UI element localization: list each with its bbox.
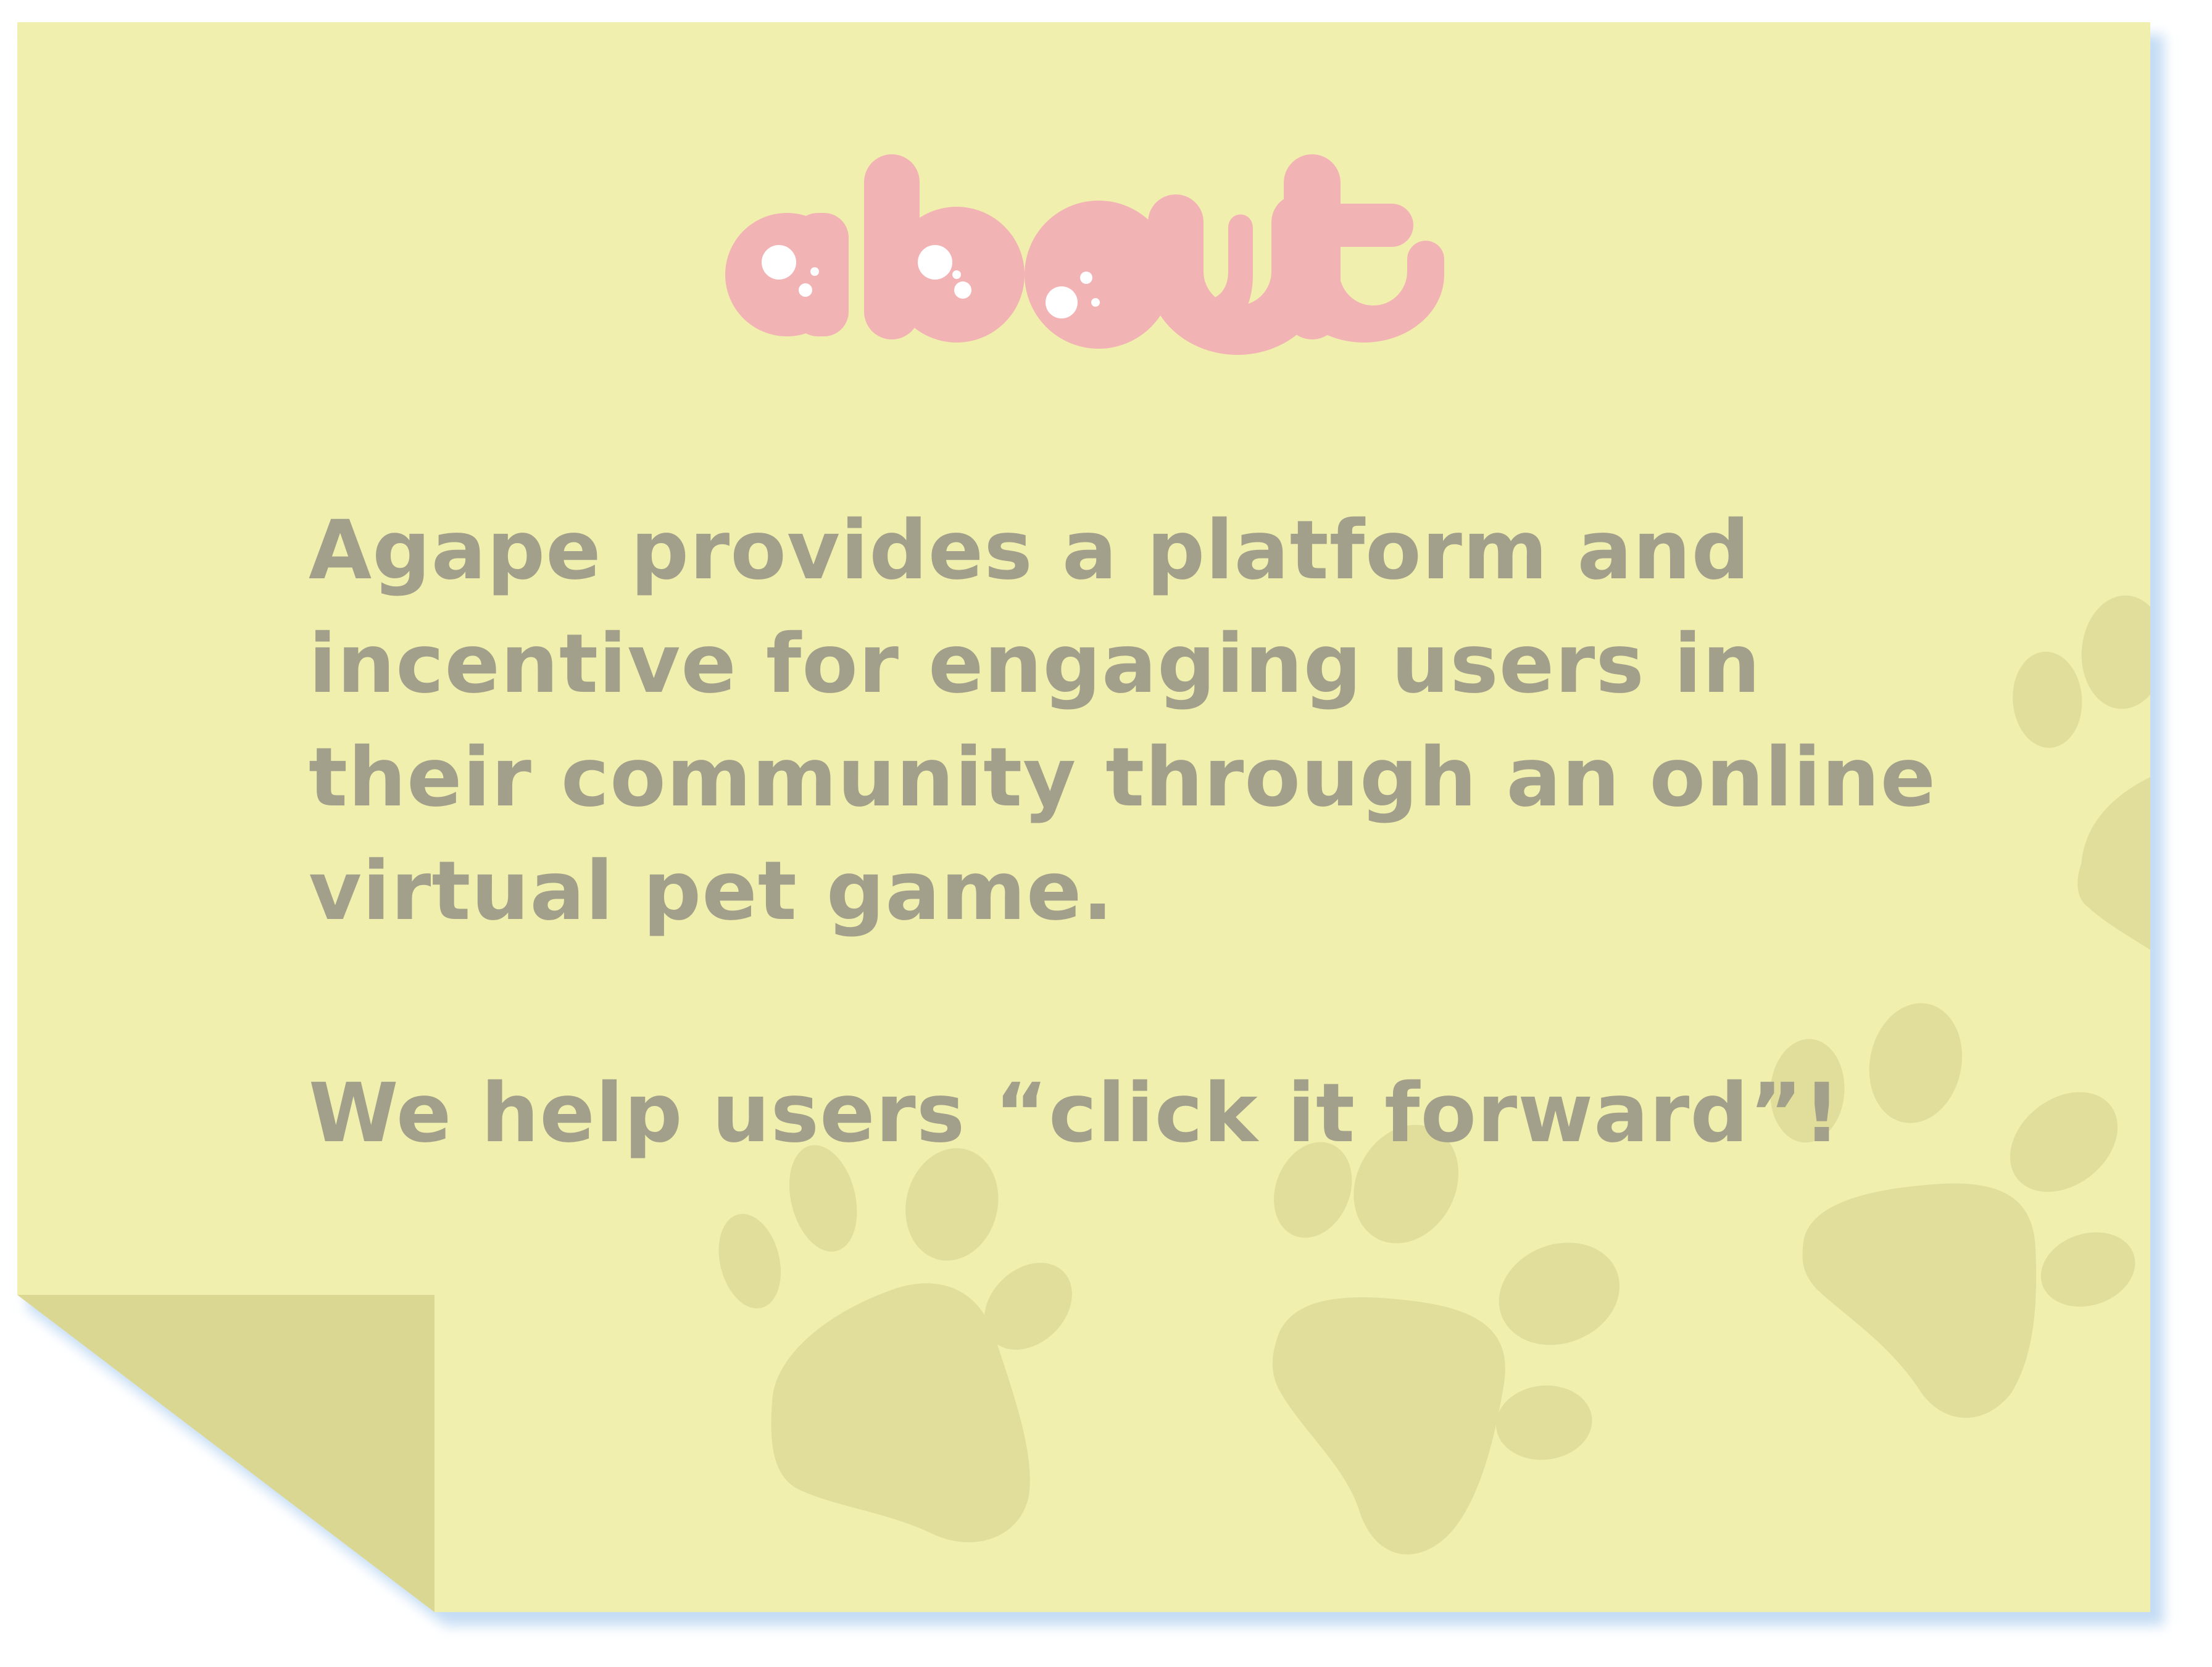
about-paragraph: Agape provides a platform and incentive … <box>309 503 1937 939</box>
sticky-note-card: about Agape provides a platform and ince… <box>0 0 2212 1667</box>
tagline: We help users “click it forward”! <box>309 1066 1841 1161</box>
